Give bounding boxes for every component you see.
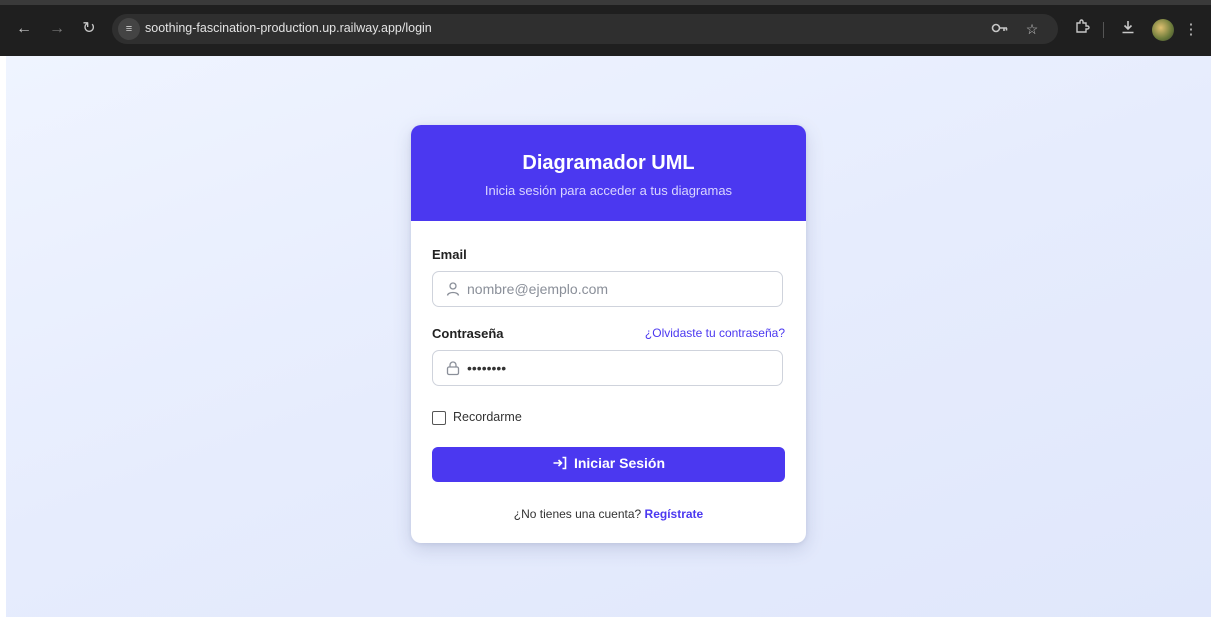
signup-link[interactable]: Regístrate [645, 507, 704, 521]
url-text[interactable]: soothing-fascination-production.up.railw… [145, 21, 432, 35]
address-bar[interactable]: ≡ soothing-fascination-production.up.rai… [112, 14, 1058, 44]
login-icon [553, 456, 567, 470]
login-button-label: Iniciar Sesión [573, 455, 666, 471]
reload-icon[interactable]: ↻ [77, 17, 101, 41]
toolbar-divider [1103, 22, 1104, 38]
login-button[interactable]: Iniciar Sesión [432, 447, 785, 482]
lock-icon [446, 361, 460, 376]
page-subtitle: Inicia sesión para acceder a tus diagram… [484, 183, 733, 198]
site-info-icon[interactable]: ≡ [118, 18, 140, 40]
signup-text: ¿No tienes una cuenta? [513, 507, 642, 521]
password-field[interactable] [432, 350, 783, 386]
email-field[interactable] [432, 271, 783, 307]
key-icon[interactable] [990, 19, 1010, 39]
page-title: Diagramador UML [522, 152, 695, 174]
card-header: Diagramador UML Inicia sesión para acced… [411, 125, 806, 221]
email-input[interactable] [467, 272, 767, 306]
browser-toolbar: ← → ↻ ≡ soothing-fascination-production.… [0, 0, 1211, 56]
email-label: Email [432, 247, 467, 262]
page-background: Diagramador UML Inicia sesión para acced… [6, 56, 1211, 617]
back-icon[interactable]: ← [12, 17, 36, 41]
login-card: Diagramador UML Inicia sesión para acced… [411, 125, 806, 543]
user-icon [446, 282, 460, 296]
extensions-icon[interactable] [1071, 19, 1093, 41]
download-icon[interactable] [1117, 19, 1139, 41]
forgot-password-link[interactable]: ¿Olvidaste tu contraseña? [645, 326, 785, 340]
kebab-menu-icon[interactable]: ⋮ [1180, 19, 1202, 41]
password-input[interactable] [467, 351, 767, 385]
remember-checkbox[interactable] [432, 411, 446, 425]
remember-label: Recordarme [453, 410, 522, 424]
profile-avatar[interactable] [1152, 19, 1174, 41]
bookmark-star-icon[interactable]: ☆ [1022, 19, 1042, 39]
signup-prompt: ¿No tienes una cuenta? Regístrate [411, 507, 806, 521]
password-label: Contraseña [432, 326, 504, 341]
forward-icon[interactable]: → [45, 17, 69, 41]
